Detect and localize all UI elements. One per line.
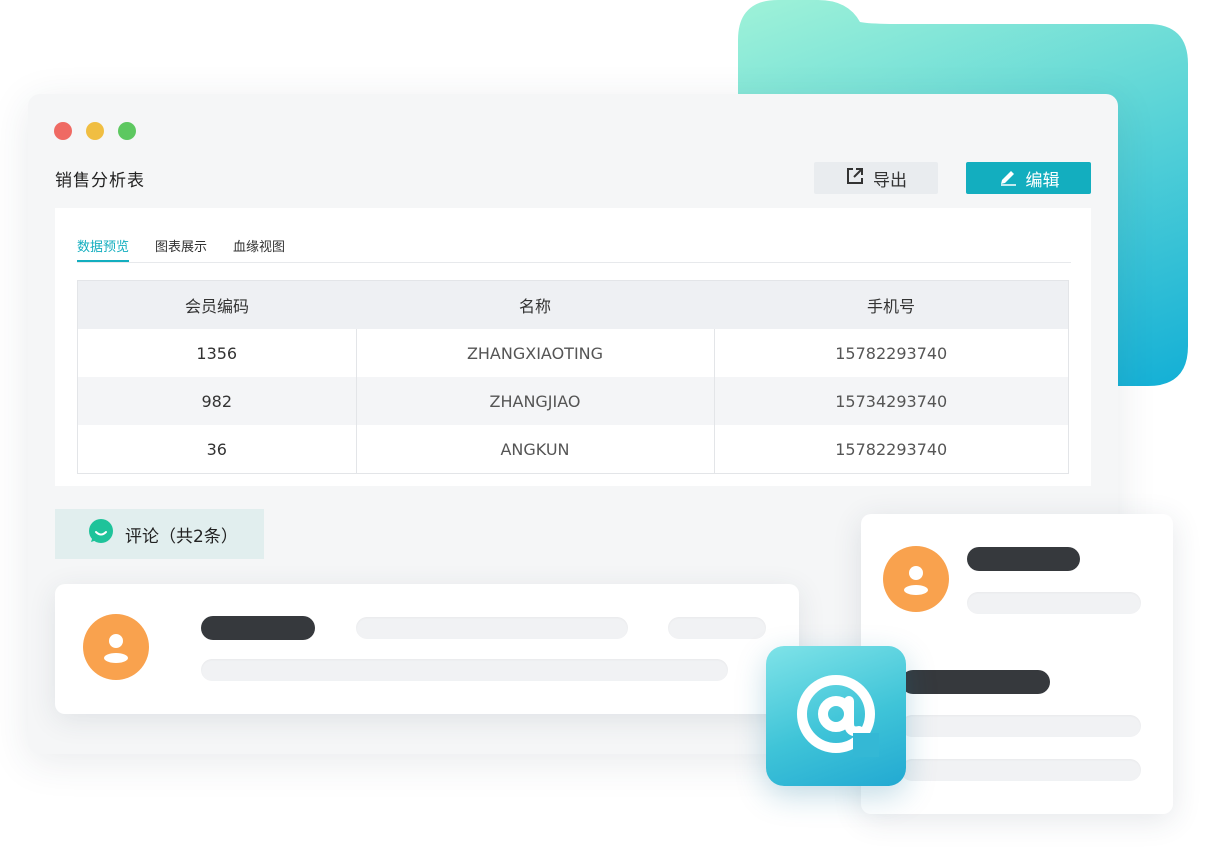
- column-header[interactable]: 会员编码: [77, 280, 356, 329]
- data-table: 会员编码 名称 手机号 1356 ZHANGXIAOTING 157822937…: [77, 280, 1069, 474]
- view-tabs: 数据预览 图表展示 血缘视图: [77, 236, 1071, 263]
- placeholder-name-bar: [901, 670, 1050, 694]
- table-cell: 15782293740: [713, 425, 1069, 474]
- placeholder-name-bar: [201, 616, 315, 640]
- placeholder-name-bar: [967, 547, 1080, 571]
- edit-button[interactable]: 编辑: [966, 162, 1091, 194]
- table-cell: 36: [206, 439, 227, 459]
- chat-bubble-icon: [87, 518, 115, 551]
- page-title: 销售分析表: [55, 171, 145, 191]
- side-comment-card: [861, 514, 1173, 814]
- external-link-icon: [845, 166, 865, 191]
- table-header-row: 会员编码 名称 手机号: [77, 280, 1069, 329]
- table-row[interactable]: 982 ZHANGJIAO 15734293740: [77, 377, 1069, 425]
- placeholder-text-bar: [967, 592, 1141, 614]
- maximize-window-button[interactable]: [118, 122, 136, 140]
- export-button[interactable]: 导出: [814, 162, 938, 194]
- avatar: [83, 614, 149, 680]
- placeholder-text-bar: [901, 715, 1141, 737]
- user-icon: [904, 566, 928, 595]
- table-row[interactable]: 36 ANGKUN 15782293740: [78, 425, 1069, 474]
- placeholder-text-bar: [668, 617, 766, 639]
- close-window-button[interactable]: [54, 122, 72, 140]
- at-sign-icon: [793, 671, 879, 761]
- comment-card: [55, 584, 799, 714]
- placeholder-text-bar: [901, 759, 1141, 781]
- table-cell: 1356: [196, 343, 238, 363]
- user-icon: [104, 634, 128, 663]
- edit-label: 编辑: [1025, 170, 1060, 191]
- tab-lineage-view[interactable]: 血缘视图: [233, 236, 285, 262]
- table-cell: ZHANGJIAO: [355, 377, 714, 425]
- data-panel: 数据预览 图表展示 血缘视图 会员编码 名称 手机号 1356 ZHANGXIA…: [55, 208, 1091, 486]
- export-label: 导出: [873, 170, 907, 191]
- table-cell: 982: [77, 377, 356, 425]
- table-cell: ANGKUN: [355, 425, 714, 474]
- comments-tab[interactable]: 评论（共2条）: [55, 509, 264, 559]
- mention-tile: [766, 646, 906, 786]
- avatar: [883, 546, 949, 612]
- column-header[interactable]: 名称: [356, 280, 714, 329]
- tab-data-preview[interactable]: 数据预览: [77, 236, 130, 262]
- minimize-window-button[interactable]: [86, 122, 104, 140]
- table-row[interactable]: 1356 ZHANGXIAOTING 15782293740: [78, 329, 1069, 377]
- pencil-icon: [998, 166, 1018, 191]
- table-cell: ZHANGXIAOTING: [355, 329, 714, 377]
- comments-tab-label: 评论（共2条）: [125, 526, 238, 547]
- placeholder-text-bar: [356, 617, 628, 639]
- table-cell: 15782293740: [713, 329, 1069, 377]
- column-header[interactable]: 手机号: [714, 280, 1069, 329]
- window-controls: [54, 122, 136, 140]
- tab-chart-view[interactable]: 图表展示: [155, 236, 207, 262]
- table-cell: 15734293740: [713, 377, 1069, 425]
- placeholder-text-bar: [201, 659, 728, 681]
